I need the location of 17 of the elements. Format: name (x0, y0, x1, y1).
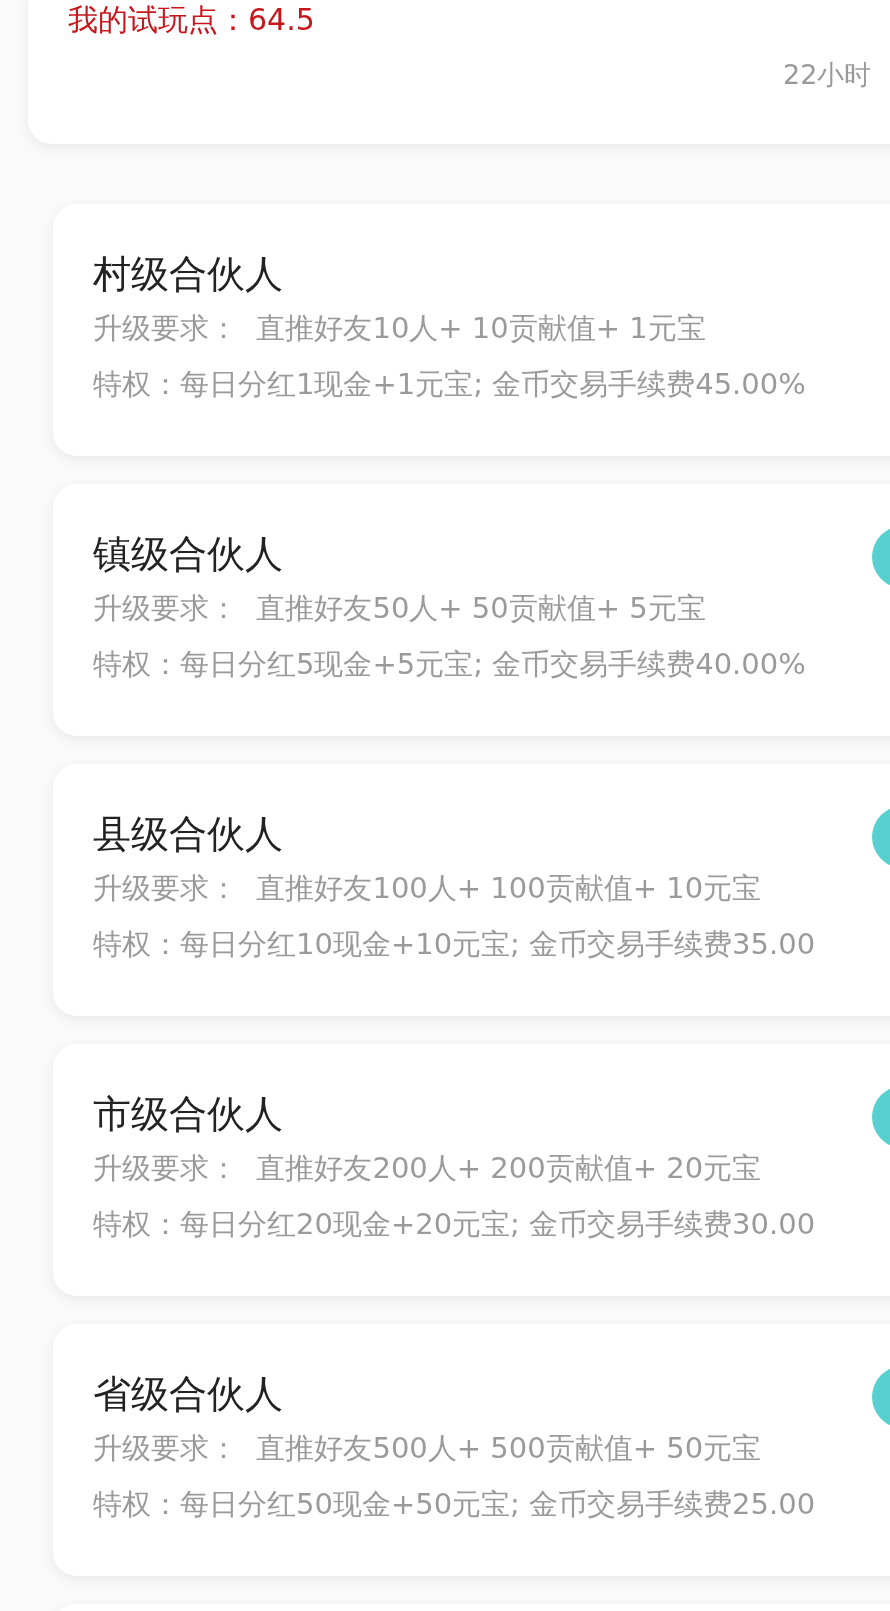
level-title: 市级合伙人 (93, 1092, 283, 1136)
requirement-text: 升级要求： 直推好友500人+ 500贡献值+ 50元宝 (93, 1430, 762, 1466)
privilege-text: 特权：每日分红1现金+1元宝; 金币交易手续费45.00% (93, 366, 806, 402)
privilege-text: 特权：每日分红50现金+50元宝; 金币交易手续费25.00 (93, 1486, 816, 1522)
level-title: 省级合伙人 (93, 1372, 283, 1416)
level-title: 县级合伙人 (93, 812, 283, 856)
requirement-text: 升级要求： 直推好友200人+ 200贡献值+ 20元宝 (93, 1150, 762, 1186)
requirement-text: 升级要求： 直推好友50人+ 50贡献值+ 5元宝 (93, 590, 706, 626)
privilege-text: 特权：每日分红10现金+10元宝; 金币交易手续费35.00 (93, 926, 816, 962)
level-title: 镇级合伙人 (93, 532, 283, 576)
trial-points-text: 我的试玩点：64.5 (68, 2, 315, 38)
level-title: 村级合伙人 (93, 252, 283, 296)
time-text: 22小时 (783, 58, 872, 92)
privilege-text: 特权：每日分红5现金+5元宝; 金币交易手续费40.00% (93, 646, 806, 682)
requirement-text: 升级要求： 直推好友10人+ 10贡献值+ 1元宝 (93, 310, 706, 346)
requirement-text: 升级要求： 直推好友100人+ 100贡献值+ 10元宝 (93, 870, 762, 906)
privilege-text: 特权：每日分红20现金+20元宝; 金币交易手续费30.00 (93, 1206, 816, 1242)
